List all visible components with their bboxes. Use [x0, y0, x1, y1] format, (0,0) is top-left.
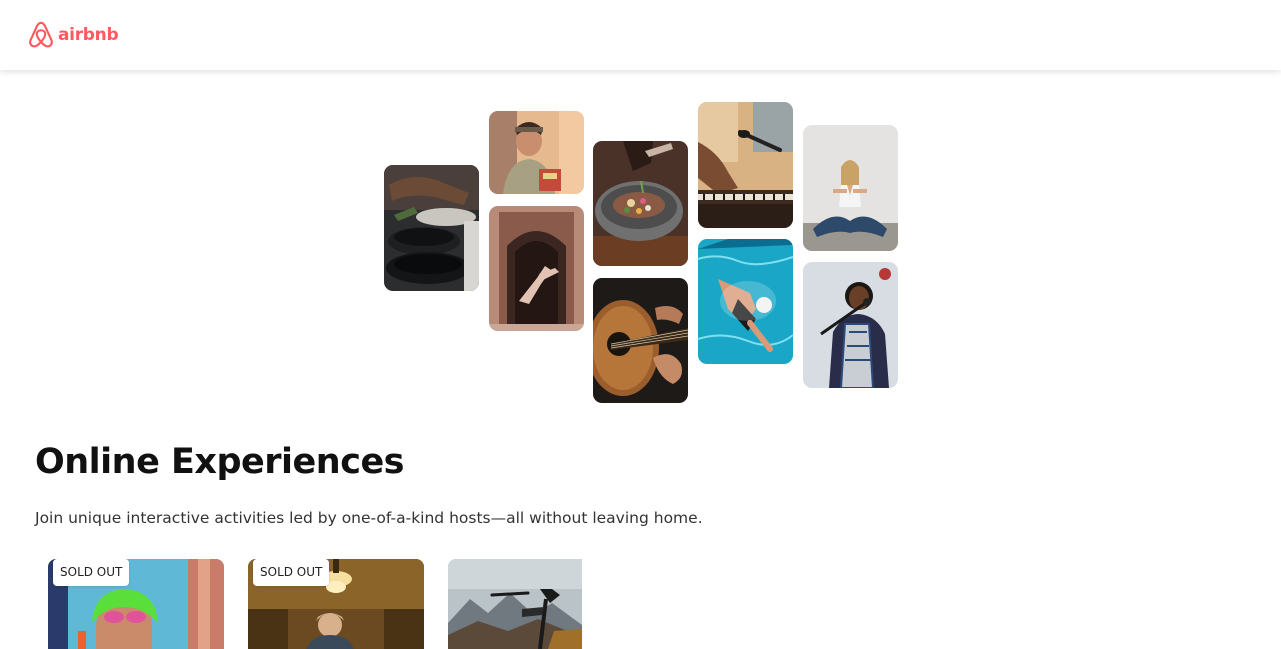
page-subtitle: Join unique interactive activities led b… [35, 509, 703, 527]
food-bowl-photo [593, 141, 688, 266]
singer-photo-icon [803, 262, 898, 388]
smiling-woman-photo [489, 111, 584, 194]
portrait-photo-icon [489, 111, 584, 194]
dancer-doorway-photo [489, 206, 584, 331]
airbnb-logo[interactable]: airbnb [28, 21, 119, 49]
swimmer-photo [698, 239, 793, 364]
sold-out-badge: SOLD OUT [53, 559, 130, 586]
guitar-photo-icon [593, 278, 688, 403]
brand-name: airbnb [58, 25, 119, 45]
navbar: airbnb [0, 0, 1281, 70]
food-photo-icon [593, 141, 688, 266]
yoga-photo [803, 125, 898, 251]
guitar-photo [593, 278, 688, 403]
cooking-pans-photo [384, 165, 479, 291]
page-title: Online Experiences [35, 442, 405, 482]
airbnb-belo-icon [29, 21, 53, 48]
keyboard-microphone-photo [698, 102, 793, 228]
swimming-photo-icon [698, 239, 793, 364]
cooking-photo-icon [384, 165, 479, 291]
yoga-photo-icon [803, 125, 898, 251]
dance-photo-icon [489, 206, 584, 331]
music-photo-icon [698, 102, 793, 228]
sold-out-badge: SOLD OUT [253, 559, 330, 586]
singer-photo [803, 262, 898, 388]
